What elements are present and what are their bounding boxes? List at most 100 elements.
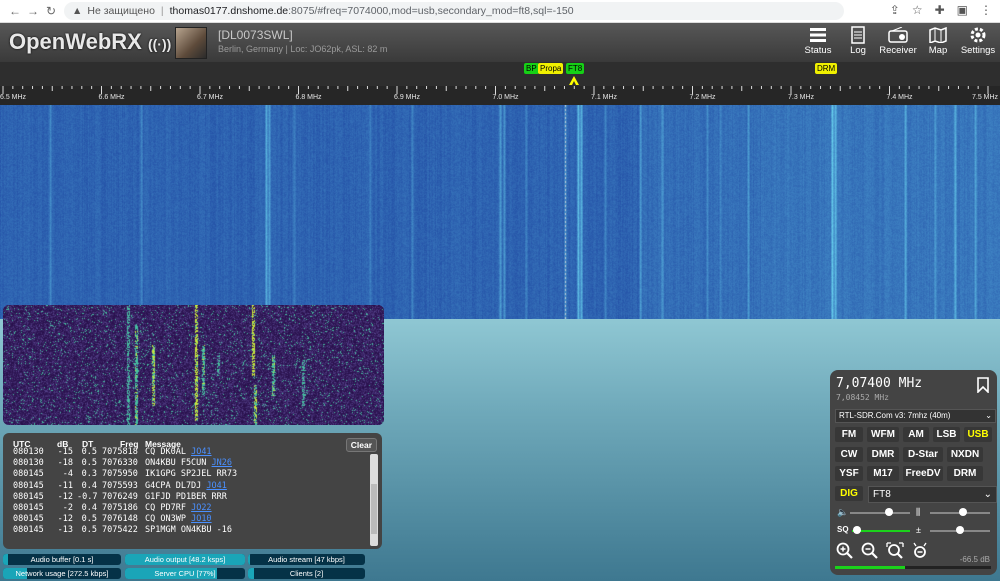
mode-button-ysf[interactable]: YSF	[835, 466, 863, 481]
mode-button-lsb[interactable]: LSB	[933, 427, 960, 442]
row-dt: 0.5	[81, 525, 97, 536]
tuning-marker-icon[interactable]	[567, 75, 581, 86]
decoder-row: 080145 -13 0.5 7075422 SP1MGM ON4KBU -16	[3, 525, 373, 536]
extensions-icon[interactable]: ✚	[935, 3, 945, 17]
volume-slider[interactable]	[850, 507, 910, 519]
settings-icon	[967, 25, 989, 45]
waterfall-max-slider[interactable]	[930, 507, 990, 519]
mode-button-drm[interactable]: DRM	[947, 466, 983, 481]
profile-value: RTL-SDR.Com v3: 7mhz (40m)	[839, 411, 951, 420]
waterfall-min-knob[interactable]	[956, 526, 964, 534]
volume-track	[850, 512, 910, 514]
menu-receiver-button[interactable]: Receiver	[879, 25, 917, 56]
decoder-scrollbar[interactable]	[370, 454, 378, 546]
row-message-text: G1FJD PD1BER RRR	[145, 491, 227, 502]
menu-log-button[interactable]: Log	[842, 25, 874, 56]
row-utc: 080145	[13, 502, 44, 513]
main-waterfall[interactable]	[0, 105, 1000, 319]
row-grid-link[interactable]: JN26	[212, 458, 232, 468]
row-message: ON4KBU F5CUN JN26	[145, 458, 232, 469]
mode-button-dmr[interactable]: DMR	[867, 446, 899, 462]
star-icon[interactable]: ☆	[912, 3, 923, 17]
row-grid-link[interactable]: JO10	[191, 514, 211, 524]
bookmark-icon[interactable]	[977, 377, 989, 393]
menu-map-label: Map	[928, 45, 948, 56]
row-utc: 080145	[13, 514, 44, 525]
squelch-slider[interactable]	[852, 525, 910, 537]
menu-status-button[interactable]: Status	[802, 25, 834, 56]
scale-tick-label: 6.6 MHz	[98, 94, 125, 101]
receiver-icon	[887, 25, 909, 45]
row-message-text: ON4KBU F5CUN	[145, 458, 207, 469]
mode-button-m17[interactable]: M17	[867, 466, 899, 481]
warning-icon: ▲	[72, 5, 83, 17]
mode-button-fm[interactable]: FM	[835, 427, 863, 442]
audio-stream-status: Audio stream [47 kbps]	[248, 554, 365, 565]
row-grid-link[interactable]: JO41	[206, 481, 226, 491]
receiver-panel: 7,07400 MHz 7,08452 MHz RTL-SDR.Com v3: …	[830, 370, 997, 575]
mode-button-usb[interactable]: USB	[964, 427, 992, 442]
mode-button-cw[interactable]: CW	[835, 446, 863, 462]
row-dt: 0.3	[81, 469, 97, 480]
waterfall-max-knob[interactable]	[959, 508, 967, 516]
profile-select[interactable]: RTL-SDR.Com v3: 7mhz (40m) ⌄	[835, 409, 996, 423]
scrollbar-thumb[interactable]	[371, 484, 377, 534]
mode-button-nxdn[interactable]: NXDN	[947, 446, 983, 462]
bookmark-drm[interactable]: DRM	[815, 63, 838, 74]
scale-tick-label: 6.5 MHz	[0, 94, 27, 101]
row-message-text: SP1MGM ON4KBU -16	[145, 525, 232, 536]
zoom-in-icon[interactable]	[836, 542, 854, 560]
kebab-menu-icon[interactable]: ⋮	[980, 3, 992, 17]
secondary-mode-value: FT8	[873, 489, 891, 500]
row-grid-link[interactable]: JO22	[191, 503, 211, 513]
logo-text: OpenWebRX	[9, 29, 142, 54]
menu-map-button[interactable]: Map	[922, 25, 954, 56]
secondary-waterfall	[3, 305, 384, 425]
row-freq: 7075818	[102, 447, 138, 457]
waterfall-max-icon[interactable]: ⫼	[916, 507, 920, 518]
bookmark-propa[interactable]: Propa	[538, 63, 564, 74]
address-bar[interactable]: ▲ Не защищено | thomas0177.dnshome.de :8…	[64, 2, 844, 20]
share-icon[interactable]: ⇪	[890, 3, 900, 17]
scale-tick-label: 6.9 MHz	[394, 94, 421, 101]
volume-knob[interactable]	[885, 508, 893, 516]
zoom-out-full-icon[interactable]	[911, 542, 929, 560]
bookmark-ft8[interactable]: FT8	[566, 63, 585, 74]
row-message: CQ DK0AL JO41	[145, 447, 212, 458]
menu-settings-button[interactable]: Settings	[961, 25, 995, 56]
zoom-in-full-icon[interactable]	[886, 542, 904, 560]
row-message: SP1MGM ON4KBU -16	[145, 525, 232, 536]
openwebrx-logo: OpenWebRX ((·))	[9, 29, 171, 55]
row-freq: 7075422	[102, 525, 138, 536]
reload-icon[interactable]: ↻	[42, 4, 60, 18]
zoom-out-icon[interactable]	[861, 542, 879, 560]
row-grid-link[interactable]: JO41	[191, 447, 211, 457]
back-icon[interactable]: ←	[6, 4, 24, 18]
mode-button-wfm[interactable]: WFM	[867, 427, 899, 442]
waterfall-min-slider[interactable]	[930, 525, 990, 537]
frequency-display[interactable]: 7,07400 MHz	[836, 376, 922, 391]
mode-button-dstar[interactable]: D-Star	[903, 446, 943, 462]
sidepanel-icon[interactable]: ▣	[957, 3, 968, 17]
bookmark-bp[interactable]: BP	[524, 63, 539, 74]
row-utc: 080145	[13, 480, 44, 491]
row-dt: 0.4	[81, 502, 97, 513]
status-label: Server CPU [77%]	[154, 569, 216, 578]
header-menu: Status Log Receiver Map Settings	[802, 25, 995, 56]
waterfall-min-icon[interactable]: ±	[916, 525, 921, 535]
smeter-value: -66.5 dB	[959, 555, 990, 564]
squelch-label: SQ	[837, 525, 849, 534]
forward-icon[interactable]: →	[24, 4, 42, 18]
mode-button-dig[interactable]: DIG	[835, 485, 863, 501]
squelch-knob[interactable]	[852, 526, 861, 534]
volume-icon[interactable]: 🔈	[837, 507, 848, 518]
row-message: G1FJD PD1BER RRR	[145, 492, 227, 503]
row-utc: 080130	[13, 458, 44, 469]
mode-button-freedv[interactable]: FreeDV	[903, 466, 943, 481]
mode-button-am[interactable]: AM	[903, 427, 929, 442]
secondary-mode-select[interactable]: FT8 ⌄	[868, 486, 997, 503]
row-dt: 0.5	[81, 458, 97, 469]
decoder-list[interactable]: 080130 -15 0.5 7075818 CQ DK0AL JO41 080130 -1…	[3, 447, 373, 543]
frequency-scale[interactable]: BP Propa FT8 DRM 6.5 MHz 6.6 MHz 6.7 MHz 6.…	[0, 62, 1000, 105]
row-db: -18	[57, 458, 73, 469]
